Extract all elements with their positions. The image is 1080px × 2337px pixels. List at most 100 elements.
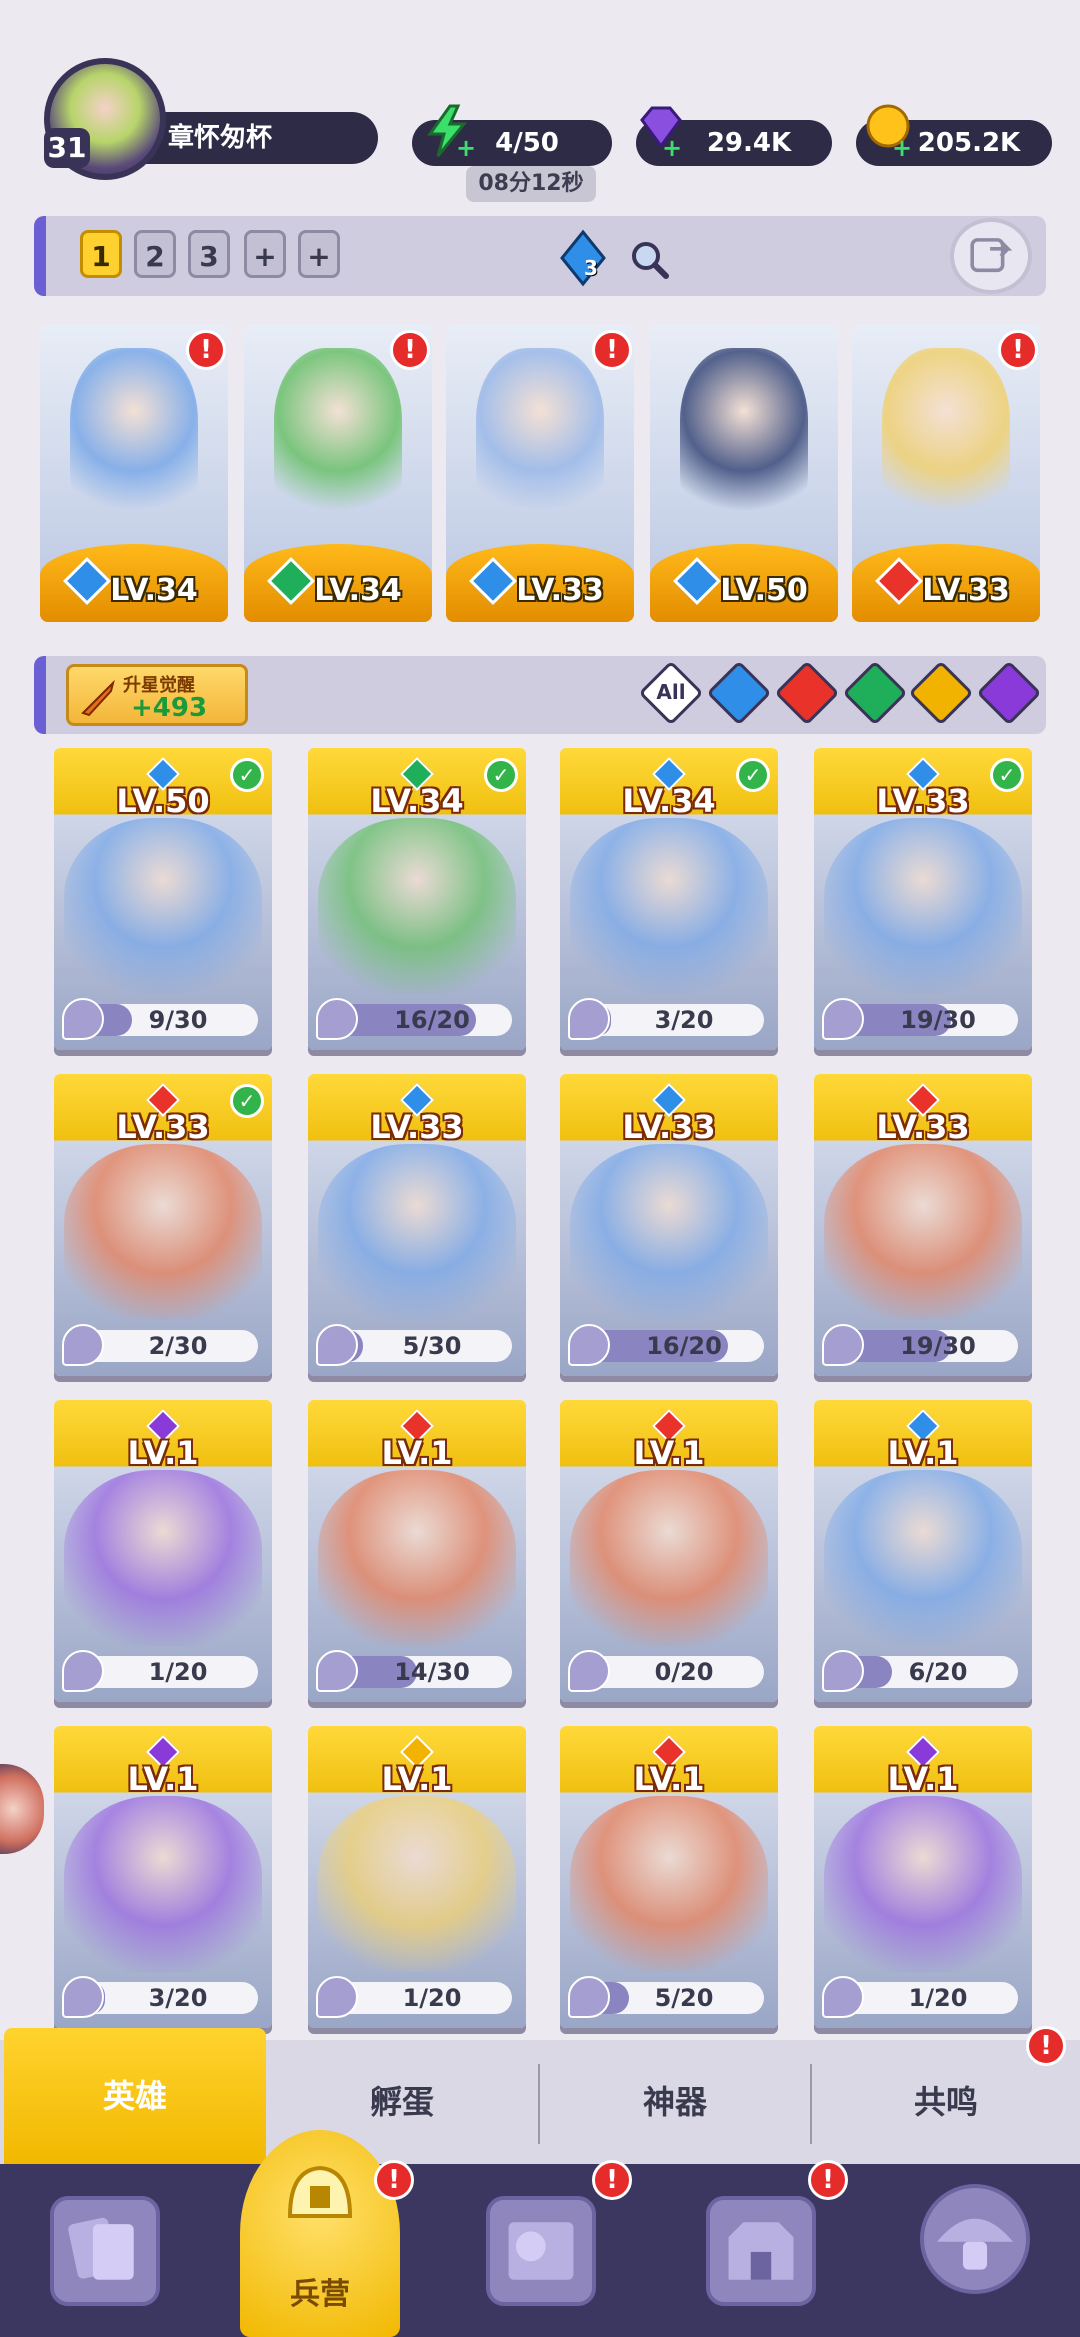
shard-count: 3/20 [148,1984,208,2012]
hero-level: LV.33 [876,1108,970,1146]
team-slot-alert-badge: ! [390,330,430,370]
shard-count: 14/30 [394,1658,470,1686]
shard-icon [822,1650,864,1692]
hero-card[interactable]: LV.33 19/30 [814,1074,1032,1376]
hero-card[interactable]: LV.1 1/20 [54,1400,272,1702]
hero-portrait [570,1470,768,1646]
energy-bolt-icon: + [427,104,476,160]
hero-card[interactable]: LV.1 1/20 [308,1726,526,2028]
search-icon[interactable] [628,238,670,280]
hero-card[interactable]: LV.33 5/30 [308,1074,526,1376]
nav-mushroom[interactable] [920,2184,1030,2294]
energy-timer: 08分12秒 [466,166,596,202]
hero-portrait [64,818,262,994]
shard-count: 9/30 [148,1006,208,1034]
shard-progress-bar: 1/20 [838,1982,1018,2014]
nav-guild[interactable] [706,2196,816,2306]
player-name-text: 章怀匆杯 [168,123,273,153]
guild-alert-badge: ! [808,2160,848,2200]
shard-count: 5/20 [654,1984,714,2012]
hero-card[interactable]: LV.1 0/20 [560,1400,778,1702]
deck-add-button[interactable]: + [244,230,286,278]
in-team-check-icon: ✓ [484,758,518,792]
sword-icon [81,679,115,717]
upgrade-awaken-button[interactable]: 升星觉醒 +493 [66,664,248,726]
hero-portrait [274,348,402,528]
hero-card[interactable]: LV.34 16/20 ✓ [308,748,526,1050]
water-crystal-icon[interactable] [554,228,612,288]
hero-level: LV.1 [381,1434,453,1472]
svg-text:+: + [456,134,476,160]
shard-progress-bar: 5/30 [332,1330,512,1362]
shard-progress-bar: 14/30 [332,1656,512,1688]
shard-count: 19/30 [900,1332,976,1360]
hero-card[interactable]: LV.34 3/20 ✓ [560,748,778,1050]
map-compass-icon [508,2222,574,2280]
in-team-check-icon: ✓ [990,758,1024,792]
deck-add-button-2[interactable]: + [298,230,340,278]
tab-heroes[interactable]: 英雄 [4,2028,266,2164]
hero-card[interactable]: LV.33 2/30 ✓ [54,1074,272,1376]
hero-card[interactable]: LV.1 1/20 [814,1726,1032,2028]
shard-count: 19/30 [900,1006,976,1034]
shard-icon [316,1650,358,1692]
in-team-check-icon: ✓ [736,758,770,792]
castle-icon [728,2222,794,2280]
deck-tab-1[interactable]: 1 [80,230,122,278]
hero-card[interactable]: LV.1 14/30 [308,1400,526,1702]
shard-progress-bar: 5/20 [584,1982,764,2014]
hero-portrait [64,1470,262,1646]
side-helper-avatar[interactable] [0,1764,44,1854]
team-slot-level: LV.33 [516,573,604,608]
in-team-check-icon: ✓ [230,1084,264,1118]
deck-tab-2[interactable]: 2 [134,230,176,278]
deck-tab-3[interactable]: 3 [188,230,230,278]
gem-icon: + [640,106,682,158]
hero-portrait [570,818,768,994]
tab-artifacts[interactable]: 神器 [540,2040,810,2164]
upgrade-value: +493 [131,693,208,723]
shard-icon [568,1650,610,1692]
shard-icon [822,1976,864,2018]
shard-count: 1/20 [402,1984,462,2012]
shard-icon [316,1324,358,1366]
nav-cards[interactable] [50,2196,160,2306]
hero-portrait [824,1144,1022,1320]
mushroom-icon [936,2218,1014,2270]
hero-portrait [680,348,808,528]
team-slot-4[interactable]: LV.50 [650,324,838,622]
shard-count: 16/20 [394,1006,470,1034]
hero-card[interactable]: LV.33 19/30 ✓ [814,748,1032,1050]
nav-barracks[interactable]: 兵营 [240,2130,400,2337]
resonance-alert-badge: ! [1026,2026,1066,2066]
shard-progress-bar: 6/20 [838,1656,1018,1688]
hero-level: LV.33 [370,1108,464,1146]
team-slot-level: LV.33 [922,573,1010,608]
player-level: 31 [44,128,90,168]
team-slot-level: LV.34 [314,573,402,608]
player-name[interactable]: 章怀匆杯 [140,112,378,164]
shard-icon [822,998,864,1040]
nav-map[interactable] [486,2196,596,2306]
hero-card[interactable]: LV.1 5/20 [560,1726,778,2028]
cards-icon [68,2217,134,2280]
hero-level: LV.1 [381,1760,453,1798]
shard-icon [62,998,104,1040]
deck-bar [34,216,1046,296]
hero-card[interactable]: LV.1 6/20 [814,1400,1032,1702]
hero-card[interactable]: LV.50 9/30 ✓ [54,748,272,1050]
hero-portrait [824,1796,1022,1972]
barracks-alert-badge: ! [374,2160,414,2200]
barracks-helmet-icon [287,2165,353,2218]
shard-icon [62,1976,104,2018]
hero-portrait [570,1144,768,1320]
in-team-check-icon: ✓ [230,758,264,792]
hero-card[interactable]: LV.1 3/20 [54,1726,272,2028]
shard-progress-bar: 1/20 [78,1656,258,1688]
deck-share-button[interactable] [950,218,1032,294]
hero-level: LV.1 [633,1434,705,1472]
shard-progress-bar: 16/20 [584,1330,764,1362]
shard-count: 16/20 [646,1332,722,1360]
hero-card[interactable]: LV.33 16/20 [560,1074,778,1376]
shard-icon [62,1324,104,1366]
